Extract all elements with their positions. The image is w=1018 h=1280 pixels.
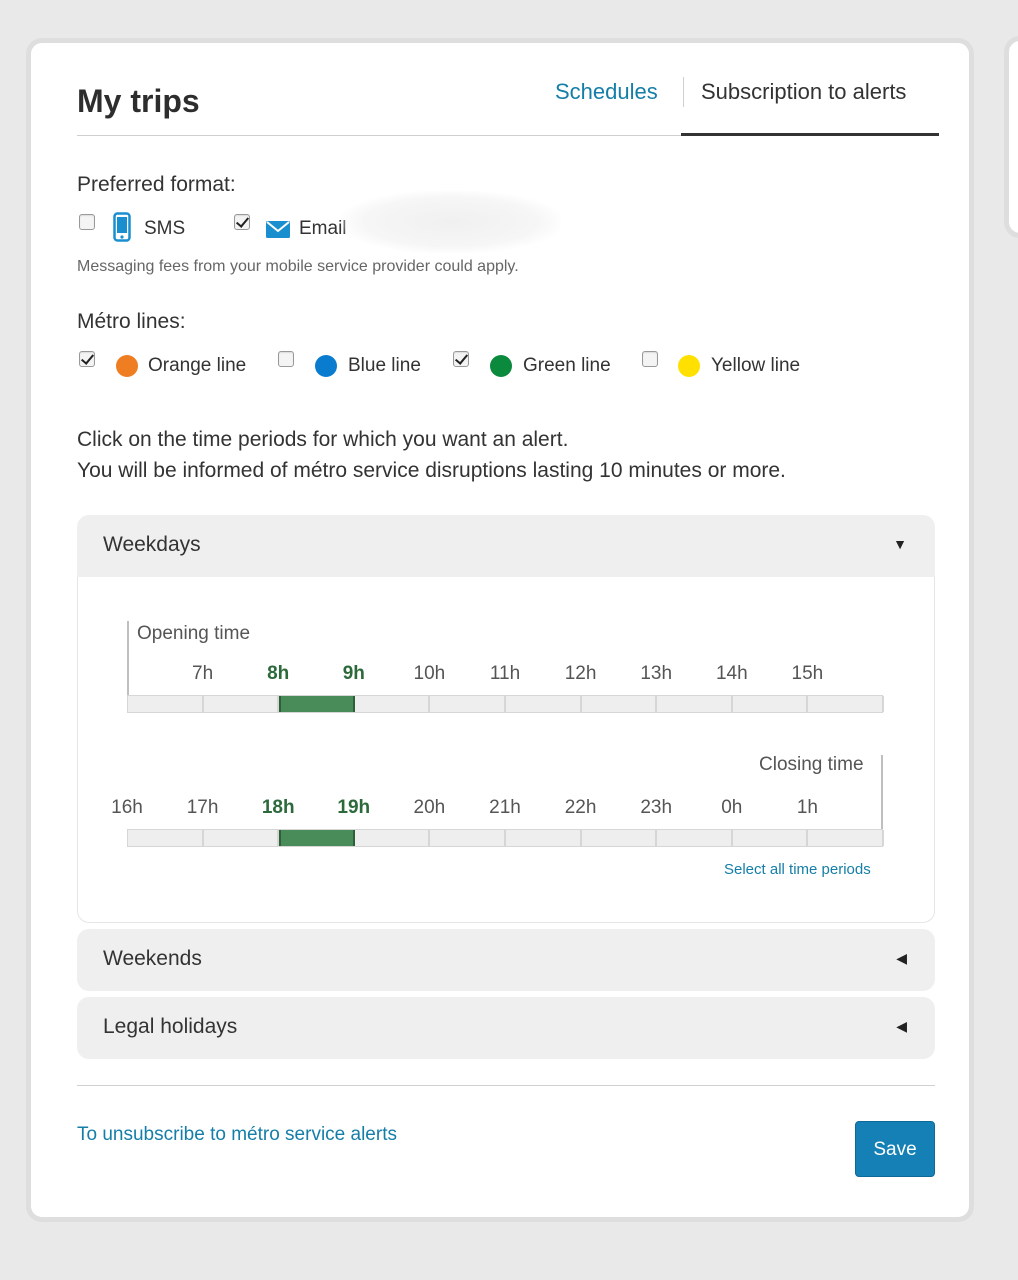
time-period-segment[interactable] xyxy=(808,696,884,712)
caret-left-icon: ◀ xyxy=(896,1018,907,1034)
time-period-segment[interactable] xyxy=(808,830,884,846)
sms-checkbox[interactable] xyxy=(79,214,95,230)
time-period-segment[interactable] xyxy=(657,696,733,712)
tab-schedules[interactable]: Schedules xyxy=(555,79,658,105)
envelope-icon xyxy=(266,221,290,238)
green-line-checkbox[interactable] xyxy=(453,351,469,367)
weekdays-accordion-header[interactable]: Weekdays ▼ xyxy=(77,515,935,577)
hour-label-9h: 9h xyxy=(342,663,365,684)
save-button[interactable]: Save xyxy=(855,1121,935,1177)
weekends-title: Weekends xyxy=(103,947,202,970)
opening-time-label: Opening time xyxy=(137,623,251,644)
time-period-segment[interactable] xyxy=(582,696,658,712)
tab-subscription-to-alerts[interactable]: Subscription to alerts xyxy=(701,79,906,105)
green-line-label: Green line xyxy=(523,355,611,376)
hour-label-21h: 21h xyxy=(489,797,521,818)
time-period-segment[interactable] xyxy=(733,696,809,712)
hour-label-1h: 1h xyxy=(796,797,818,818)
preferred-format-label: Preferred format: xyxy=(77,173,236,196)
sms-label: SMS xyxy=(144,218,186,239)
my-trips-card: My trips Schedules Subscription to alert… xyxy=(26,38,974,1222)
time-period-segment[interactable] xyxy=(506,830,582,846)
legal-holidays-accordion-header[interactable]: Legal holidays ◀ xyxy=(77,997,935,1059)
time-period-segment[interactable] xyxy=(355,830,431,846)
email-label: Email xyxy=(299,218,347,239)
hour-label-15h: 15h xyxy=(791,663,824,684)
weekends-accordion-header[interactable]: Weekends ◀ xyxy=(77,929,935,991)
footer-divider xyxy=(77,1085,935,1086)
caret-left-icon: ◀ xyxy=(896,950,907,966)
hour-label-0h: 0h xyxy=(721,797,743,818)
instructions-line-1: Click on the time periods for which you … xyxy=(77,428,569,451)
orange-line-dot xyxy=(116,355,138,377)
time-period-segment[interactable] xyxy=(355,696,431,712)
time-period-segment[interactable] xyxy=(279,830,355,846)
yellow-line-label: Yellow line xyxy=(711,355,801,376)
time-period-segment[interactable] xyxy=(279,696,355,712)
hour-label-12h: 12h xyxy=(564,663,597,684)
active-tab-underline xyxy=(681,133,939,136)
hour-label-20h: 20h xyxy=(413,797,446,818)
messaging-fees-note: Messaging fees from your mobile service … xyxy=(77,258,519,275)
hour-label-23h: 23h xyxy=(640,797,673,818)
metro-lines-label: Métro lines: xyxy=(77,310,186,333)
hour-label-14h: 14h xyxy=(715,663,748,684)
yellow-line-dot xyxy=(678,355,700,377)
time-period-segment[interactable] xyxy=(430,830,506,846)
orange-line-checkbox[interactable] xyxy=(79,351,95,367)
orange-line-label: Orange line xyxy=(148,355,247,376)
hour-label-13h: 13h xyxy=(640,663,673,684)
redacted-email-area xyxy=(341,191,561,253)
time-period-segment[interactable] xyxy=(128,696,204,712)
time-period-segment[interactable] xyxy=(204,830,280,846)
unsubscribe-link[interactable]: To unsubscribe to métro service alerts xyxy=(77,1124,397,1146)
time-period-segment[interactable] xyxy=(204,696,280,712)
hour-label-11h: 11h xyxy=(489,663,521,684)
hour-label-18h: 18h xyxy=(261,797,295,818)
time-period-segment[interactable] xyxy=(582,830,658,846)
blue-line-checkbox[interactable] xyxy=(278,351,294,367)
hour-label-10h: 10h xyxy=(413,663,446,684)
time-period-segment[interactable] xyxy=(128,830,204,846)
page-title: My trips xyxy=(77,83,200,119)
hour-label-17h: 17h xyxy=(186,797,219,818)
yellow-line-checkbox[interactable] xyxy=(642,351,658,367)
email-checkbox[interactable] xyxy=(234,214,250,230)
select-all-time-periods-link[interactable]: Select all time periods xyxy=(724,861,871,878)
green-line-dot xyxy=(490,355,512,377)
time-period-segment[interactable] xyxy=(733,830,809,846)
weekdays-title: Weekdays xyxy=(103,533,201,556)
side-card xyxy=(1004,36,1018,238)
hour-label-22h: 22h xyxy=(564,797,597,818)
instructions-line-2: You will be informed of métro service di… xyxy=(77,459,786,482)
blue-line-label: Blue line xyxy=(348,355,421,376)
phone-icon xyxy=(113,212,131,242)
caret-down-icon: ▼ xyxy=(893,536,907,552)
time-period-segment[interactable] xyxy=(657,830,733,846)
hour-label-16h: 16h xyxy=(111,797,143,818)
weekday-evening-timeline xyxy=(127,829,884,847)
time-period-segment[interactable] xyxy=(506,696,582,712)
time-period-segment[interactable] xyxy=(430,696,506,712)
blue-line-dot xyxy=(315,355,337,377)
hour-label-7h: 7h xyxy=(192,663,214,684)
hour-label-8h: 8h xyxy=(267,663,290,684)
closing-time-label: Closing time xyxy=(759,754,864,775)
weekday-morning-timeline xyxy=(127,695,884,713)
legal-holidays-title: Legal holidays xyxy=(103,1015,238,1038)
hour-label-19h: 19h xyxy=(337,797,371,818)
tab-separator xyxy=(683,77,684,107)
